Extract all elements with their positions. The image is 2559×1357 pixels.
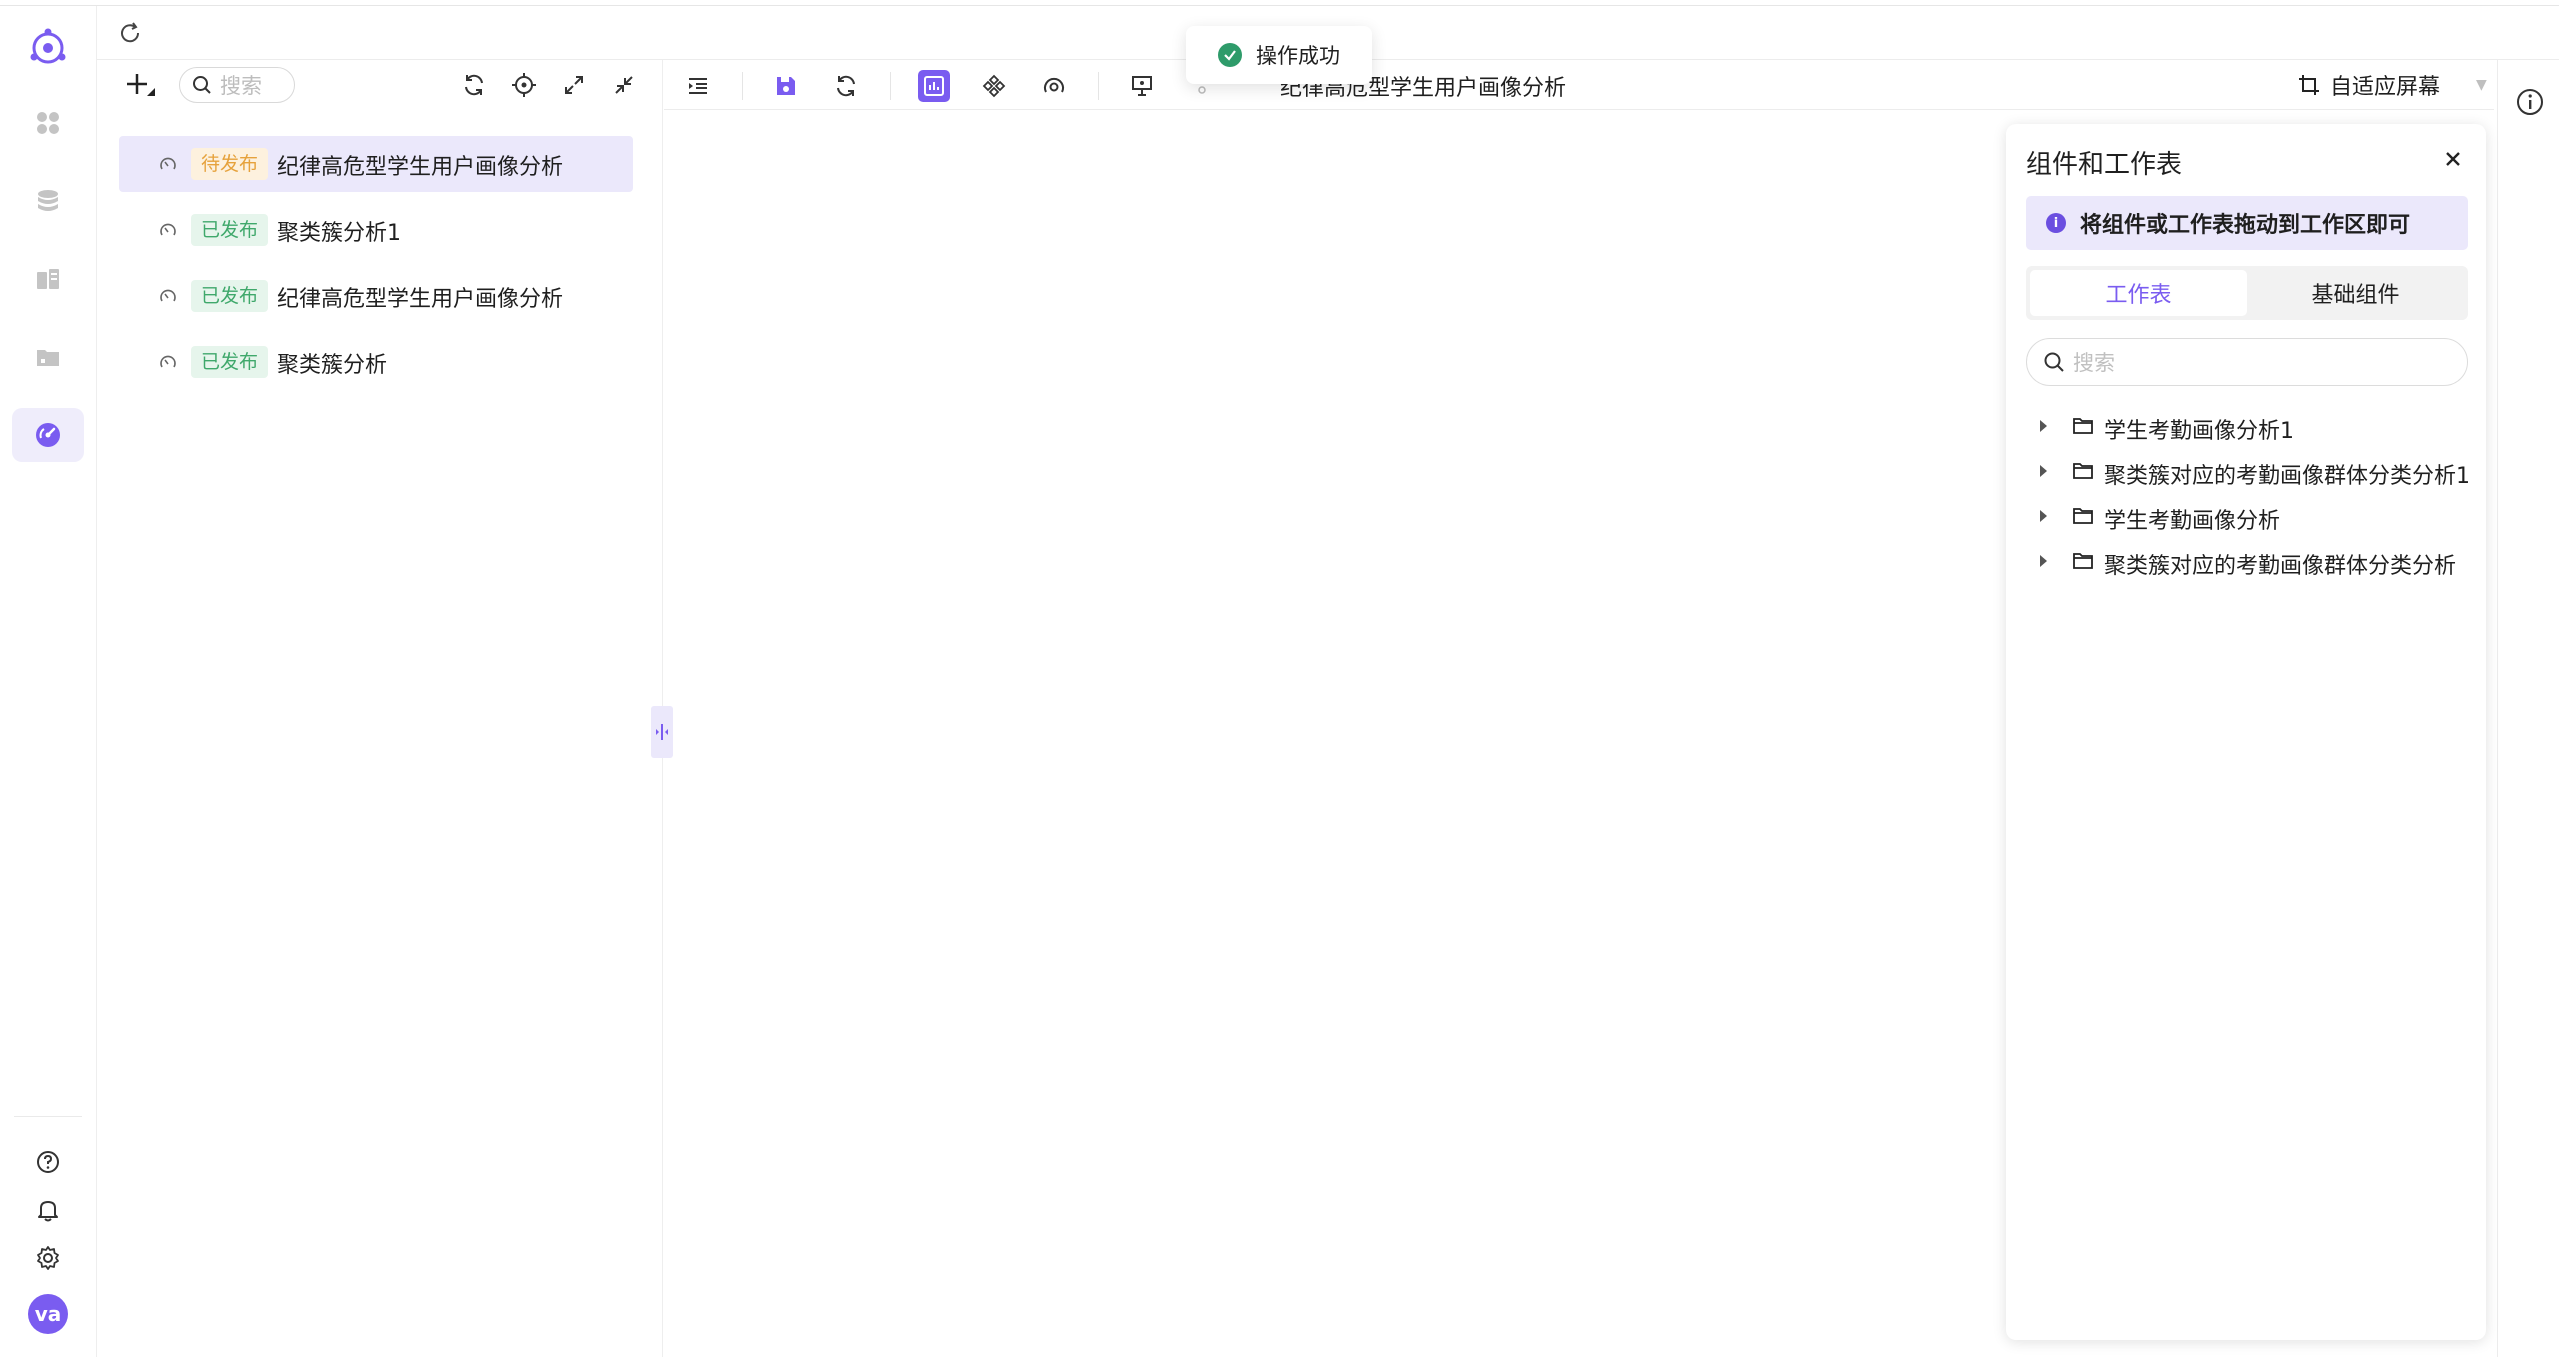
caret-right-icon[interactable] (2040, 420, 2047, 432)
caret-right-icon[interactable] (2040, 465, 2047, 477)
panel-search-placeholder: 搜索 (2073, 351, 2115, 375)
toolbar-divider (742, 72, 743, 100)
refresh-icon[interactable] (117, 20, 143, 50)
folder-icon (2073, 553, 2093, 569)
toast-message: 操作成功 (1256, 44, 1340, 68)
settings-gear-icon[interactable] (30, 1240, 66, 1276)
right-edge-bar (2497, 60, 2559, 1357)
folder-item[interactable]: 学生考勤画像分析 (2026, 494, 2476, 539)
chart-view-icon[interactable] (918, 70, 950, 102)
tree-search-placeholder: 搜索 (220, 74, 262, 98)
crop-icon (2299, 75, 2319, 95)
collapse-all-icon[interactable] (609, 70, 639, 100)
gauge-icon (160, 157, 176, 170)
folder-name: 聚类簇对应的考勤画像群体分类分析 (2104, 554, 2457, 579)
tree-item[interactable]: 已发布 聚类簇分析1 (119, 202, 633, 258)
worksheet-folder-list: 学生考勤画像分析1 聚类簇对应的考勤画像群体分类分析1 学生考勤画像分析 聚类簇… (2026, 404, 2476, 584)
dashboard-tree-list: 待发布 纪律高危型学生用户画像分析 已发布 聚类簇分析1 已发布 纪律高危型学生… (119, 136, 633, 400)
sync-icon[interactable] (459, 70, 489, 100)
status-badge: 已发布 (191, 214, 269, 246)
status-badge: 已发布 (191, 346, 269, 378)
tree-item[interactable]: 已发布 聚类簇分析 (119, 334, 633, 390)
toolbar-divider (890, 72, 891, 100)
help-icon[interactable] (30, 1144, 66, 1180)
nav-apps-icon[interactable] (12, 96, 84, 150)
folder-name: 聚类簇对应的考勤画像群体分类分析1 (2104, 464, 2470, 489)
expand-all-icon[interactable] (559, 70, 589, 100)
folder-item[interactable]: 聚类簇对应的考勤画像群体分类分析1 (2026, 449, 2476, 494)
tree-item[interactable]: 已发布 纪律高危型学生用户画像分析 (119, 268, 633, 324)
folder-icon (2073, 418, 2093, 434)
success-toast: 操作成功 (1186, 26, 1372, 84)
tree-toolbar: 搜索 (97, 60, 663, 110)
tree-search-input[interactable]: 搜索 (179, 67, 295, 103)
tree-item[interactable]: 待发布 纪律高危型学生用户画像分析 (119, 136, 633, 192)
folder-item[interactable]: 聚类簇对应的考勤画像群体分类分析 (2026, 539, 2476, 584)
tree-item-label: 聚类簇分析1 (277, 221, 401, 246)
panel-resize-handle[interactable] (651, 706, 673, 758)
gauge-icon (160, 289, 176, 302)
check-circle-icon (1218, 43, 1242, 67)
presentation-icon[interactable] (1126, 70, 1158, 102)
nav-divider (14, 1116, 82, 1117)
editor-toolbar: 纪律高危型学生用户画像分析 自适应屏幕 ▼ (664, 60, 2494, 110)
gauge-icon (160, 223, 176, 236)
indent-icon[interactable] (682, 70, 714, 102)
folder-icon (2073, 463, 2093, 479)
nav-gauge-icon[interactable] (12, 408, 84, 462)
tree-item-label: 纪律高危型学生用户画像分析 (277, 287, 564, 312)
caret-right-icon[interactable] (2040, 555, 2047, 567)
add-dropdown-icon[interactable] (123, 70, 157, 104)
drag-hint-text: 将组件或工作表拖动到工作区即可 (2080, 213, 2411, 238)
nav-dashboard-icon[interactable] (12, 252, 84, 306)
components-panel: 组件和工作表 i 将组件或工作表拖动到工作区即可 工作表 基础组件 搜索 学生考… (2006, 124, 2486, 1340)
user-avatar[interactable]: va (28, 1294, 68, 1334)
component-icon[interactable] (978, 70, 1010, 102)
reload-icon[interactable] (830, 70, 862, 102)
tab-basic-components[interactable]: 基础组件 (2247, 270, 2464, 316)
fit-screen-select[interactable]: 自适应屏幕 ▼ (2298, 68, 2487, 102)
folder-name: 学生考勤画像分析 (2104, 509, 2281, 534)
status-badge: 待发布 (191, 148, 269, 180)
drag-hint: i 将组件或工作表拖动到工作区即可 (2026, 196, 2468, 250)
caret-right-icon[interactable] (2040, 510, 2047, 522)
panel-search-input[interactable]: 搜索 (2026, 338, 2468, 386)
chevron-down-icon: ▼ (2476, 77, 2487, 93)
app-logo-icon[interactable] (24, 24, 72, 72)
save-icon[interactable] (770, 70, 802, 102)
folder-name: 学生考勤画像分析1 (2104, 419, 2294, 444)
status-badge: 已发布 (191, 280, 269, 312)
search-icon (2044, 352, 2064, 372)
search-icon (193, 76, 211, 94)
panel-tabs: 工作表 基础组件 (2026, 266, 2468, 320)
folder-item[interactable]: 学生考勤画像分析1 (2026, 404, 2476, 449)
tree-item-label: 聚类簇分析 (277, 353, 388, 378)
tab-worksheets[interactable]: 工作表 (2030, 270, 2247, 316)
gauge-icon (160, 355, 176, 368)
nav-database-icon[interactable] (12, 174, 84, 228)
drag-handle-icon (656, 724, 668, 740)
bell-icon[interactable] (30, 1192, 66, 1228)
target-icon[interactable] (1038, 70, 1070, 102)
info-dot-icon: i (2046, 213, 2066, 233)
close-icon[interactable] (2440, 146, 2466, 172)
panel-title: 组件和工作表 (2026, 150, 2183, 180)
dashboard-tree-panel: 搜索 待发布 纪律高危型学生用户画像分析 已发布 聚类簇分析1 已发布 纪律高危… (97, 60, 663, 1357)
info-icon[interactable] (2516, 88, 2544, 120)
fit-screen-label: 自适应屏幕 (2330, 75, 2441, 100)
toolbar-divider (1098, 72, 1099, 100)
tree-item-label: 纪律高危型学生用户画像分析 (277, 155, 564, 180)
nav-folder-icon[interactable] (12, 330, 84, 384)
locate-icon[interactable] (509, 70, 539, 100)
left-nav: va (0, 6, 97, 1357)
folder-icon (2073, 508, 2093, 524)
